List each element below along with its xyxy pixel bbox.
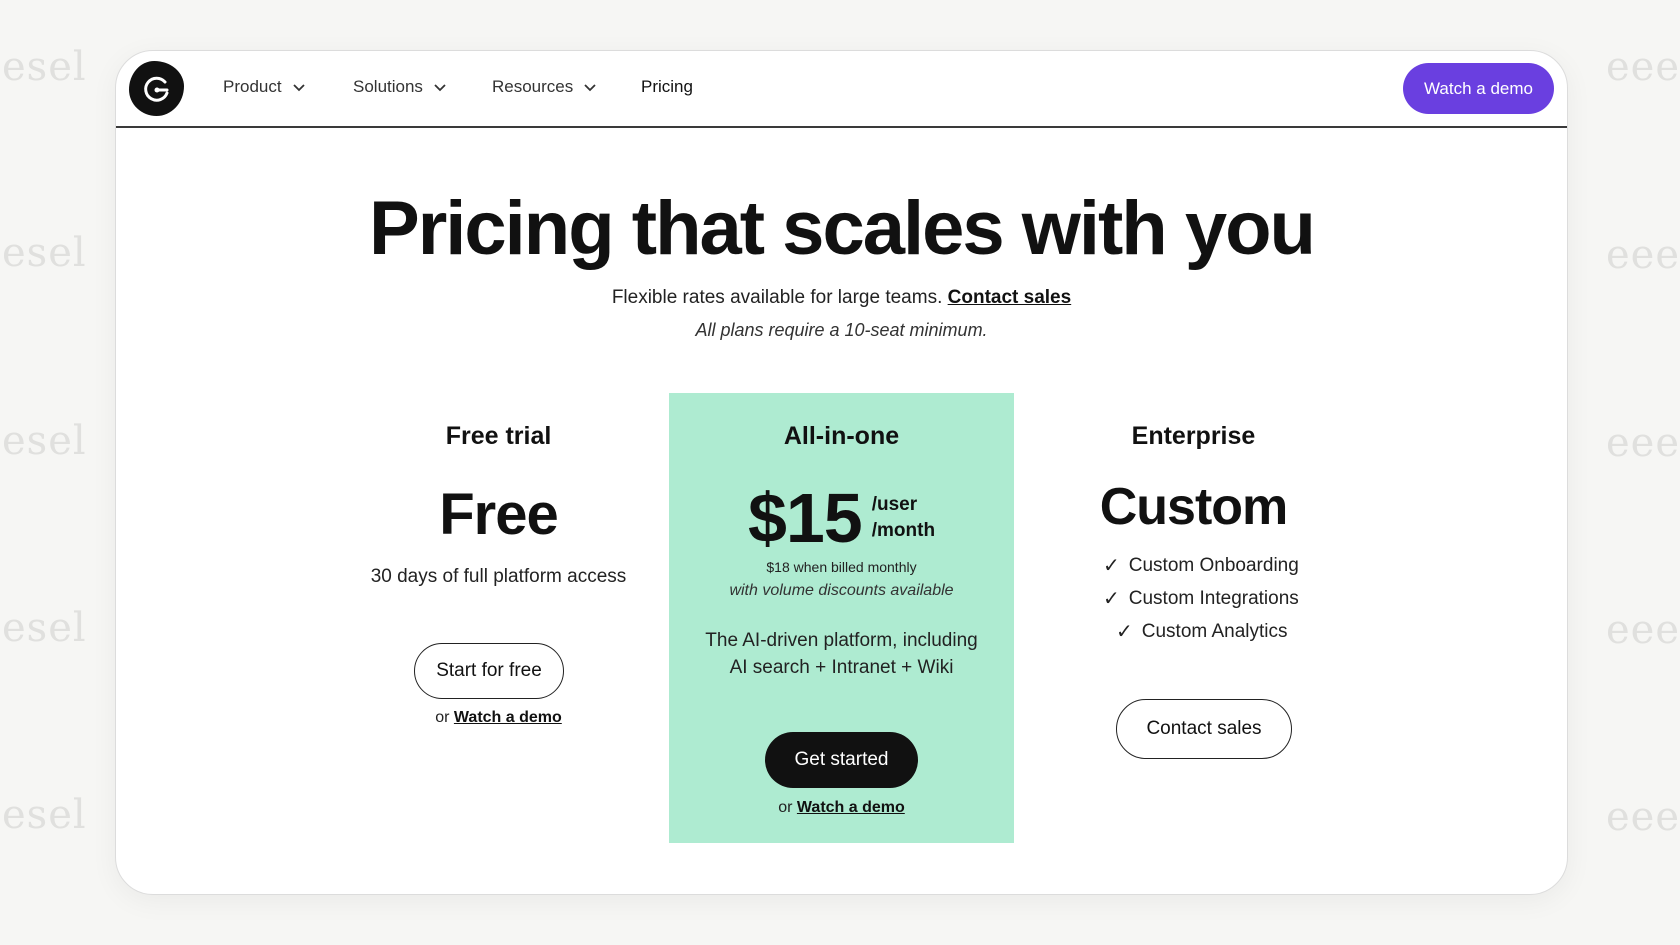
watermark-right-5: eeesel	[1606, 794, 1680, 840]
chevron-down-icon	[292, 84, 305, 92]
check-icon: ✓	[1116, 621, 1133, 643]
feature-label: Custom Analytics	[1141, 620, 1288, 642]
watermark-left-4: esel	[2, 605, 87, 651]
plan-price: $15	[747, 479, 863, 557]
hero-subtitle-text: Flexible rates available for large teams…	[611, 287, 943, 308]
nav-item-resources[interactable]: Resources	[492, 77, 597, 97]
chevron-down-icon	[434, 84, 446, 92]
plan-enterprise: Enterprise Custom ✓ Custom Onboarding ✓ …	[1021, 393, 1366, 843]
nav-item-product[interactable]: Product	[223, 77, 306, 97]
plan-price-block: $15 /user /month	[669, 483, 1014, 553]
chevron-down-icon	[584, 84, 596, 92]
logo-icon[interactable]	[129, 61, 184, 116]
price-unit-month: /month	[871, 520, 936, 541]
browser-card: Product Solutions Resources Pricing Watc…	[115, 50, 1568, 895]
check-icon: ✓	[1103, 588, 1120, 610]
plan-description-line-1: The AI-driven platform, including	[705, 630, 978, 651]
seat-minimum-note: All plans require a 10-seat minimum.	[695, 320, 988, 340]
top-nav: Product Solutions Resources Pricing Watc…	[116, 51, 1567, 128]
watermark-right-1: eeesel	[1606, 44, 1680, 90]
or-text: or	[435, 709, 450, 726]
plan-price: Free	[439, 482, 559, 547]
watch-demo-link[interactable]: Watch a demo	[454, 709, 562, 726]
nav-item-pricing[interactable]: Pricing	[641, 77, 693, 97]
contact-sales-button[interactable]: Contact sales	[1116, 699, 1292, 759]
feature-label: Custom Onboarding	[1128, 554, 1299, 576]
price-unit: /user /month	[872, 492, 935, 544]
logo-mark-icon	[143, 76, 168, 102]
feature-label: Custom Integrations	[1128, 587, 1299, 609]
feature-item: ✓ Custom Analytics	[1116, 619, 1288, 644]
billing-note: $18 when billed monthly	[766, 559, 917, 575]
plan-all-in-one: All-in-one $15 /user /month $18 when bil…	[669, 393, 1014, 843]
or-watch-demo: or Watch a demo	[326, 709, 671, 727]
feature-item: ✓ Custom Onboarding	[1103, 553, 1299, 578]
plan-description: The AI-driven platform, including AI sea…	[669, 627, 1014, 681]
watermark-right-3: eeesel	[1606, 420, 1680, 466]
plan-name: All-in-one	[783, 422, 900, 450]
page-title: Pricing that scales with you	[369, 186, 1316, 271]
nav-item-label: Solutions	[353, 77, 423, 96]
price-unit-user: /user	[871, 494, 918, 515]
hero-subtitle: Flexible rates available for large teams…	[116, 287, 1567, 309]
watermark-left-1: esel	[2, 44, 87, 90]
feature-item: ✓ Custom Integrations	[1103, 586, 1299, 611]
plan-price: Custom	[1099, 478, 1289, 536]
plan-name: Enterprise	[1131, 422, 1256, 450]
discount-note: with volume discounts available	[729, 582, 954, 599]
watermark-left-5: esel	[2, 792, 87, 838]
or-watch-demo: or Watch a demo	[669, 799, 1014, 817]
plan-description: 30 days of full platform access	[370, 566, 627, 587]
start-for-free-button[interactable]: Start for free	[414, 643, 564, 699]
or-text: or	[778, 799, 793, 816]
plan-free-trial: Free trial Free 30 days of full platform…	[326, 393, 671, 843]
plan-description-line-2: AI search + Intranet + Wiki	[729, 657, 954, 678]
nav-item-label: Pricing	[641, 77, 693, 96]
nav-item-label: Resources	[492, 77, 574, 96]
nav-item-solutions[interactable]: Solutions	[353, 77, 447, 97]
check-icon: ✓	[1103, 555, 1120, 577]
watch-demo-button[interactable]: Watch a demo	[1403, 63, 1554, 114]
watch-demo-link[interactable]: Watch a demo	[797, 799, 905, 816]
contact-sales-link[interactable]: Contact sales	[948, 287, 1072, 308]
watermark-left-3: esel	[2, 418, 87, 464]
watermark-right-4: eeesel	[1606, 607, 1680, 653]
plan-name: Free trial	[445, 422, 552, 450]
get-started-button[interactable]: Get started	[765, 732, 918, 788]
nav-item-label: Product	[223, 77, 282, 96]
watermark-left-2: esel	[2, 230, 87, 276]
watermark-right-2: eeesel	[1606, 232, 1680, 278]
